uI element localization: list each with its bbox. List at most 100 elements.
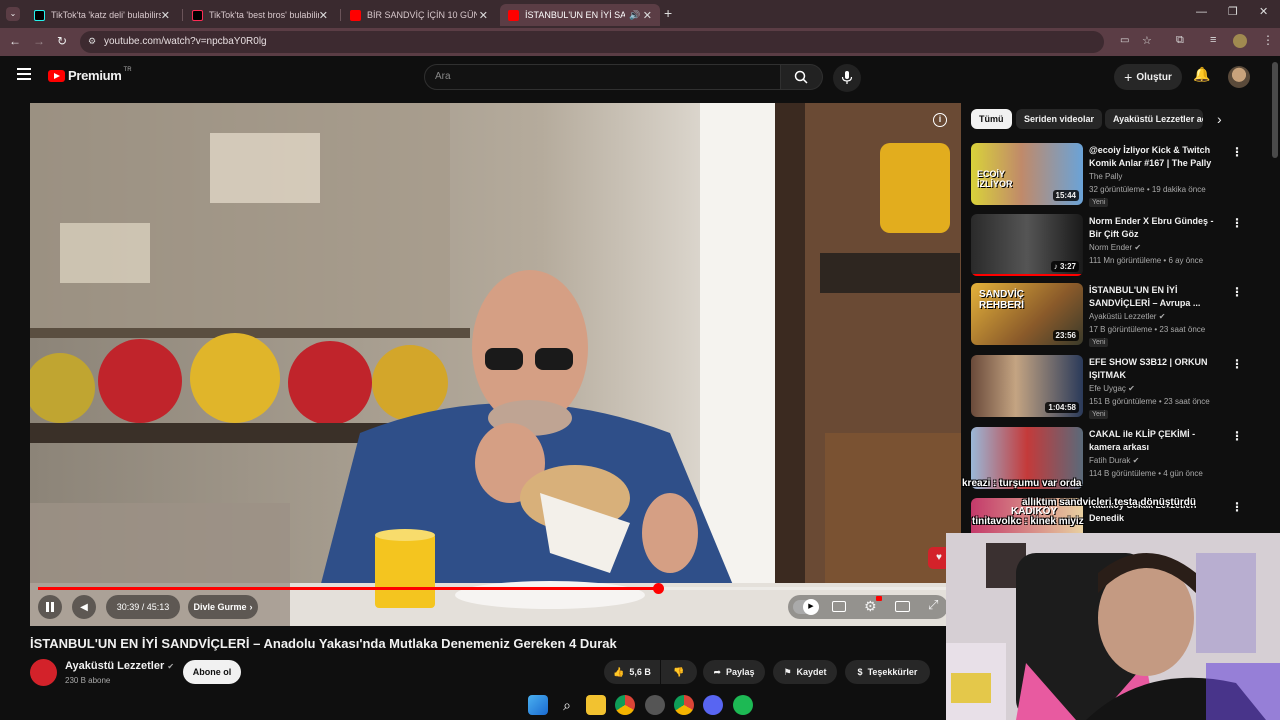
chip-channel[interactable]: Ayaküstü Lezzetler ac — [1105, 109, 1203, 129]
close-icon[interactable]: ✕ — [319, 9, 328, 22]
recommendation-item[interactable]: ♪ 3:27 Norm Ender X Ebru Gündeş - Bir Çi… — [971, 214, 1243, 278]
search-input[interactable]: Ara — [424, 64, 781, 90]
restore-button[interactable]: ❐ — [1228, 5, 1238, 18]
recommendation-channel[interactable]: Norm Ender ✔ — [1089, 243, 1141, 252]
thanks-button[interactable]: $ Teşekkürler — [845, 660, 930, 684]
channel-name[interactable]: Ayaküstü Lezzetler ✔ — [65, 660, 174, 672]
recommendation-title[interactable]: @ecoiy İzliyor Kick & Twitch Komik Anlar… — [1089, 144, 1225, 170]
chip-series-videos[interactable]: Seriden videolar — [1016, 109, 1103, 129]
close-icon[interactable]: ✕ — [643, 9, 652, 22]
audio-icon[interactable]: 🔊 — [629, 10, 640, 21]
theater-mode-icon[interactable] — [895, 601, 910, 612]
windows-start-icon[interactable] — [528, 695, 548, 715]
account-avatar[interactable] — [1228, 66, 1250, 88]
chip-all[interactable]: Tümü — [971, 109, 1012, 129]
subscriber-count: 230 B abone — [65, 676, 111, 685]
chapter-button[interactable]: Divle Gurme › — [188, 595, 258, 619]
more-options-icon[interactable]: ⋮ — [1231, 429, 1243, 443]
discord-icon[interactable] — [703, 695, 723, 715]
recommendation-title[interactable]: CAKAL ile KLİP ÇEKİMİ - kamera arkası — [1089, 428, 1225, 454]
volume-button[interactable]: ◀ — [72, 595, 96, 619]
back-arrow-icon[interactable]: ← — [9, 34, 21, 48]
tab-title: TikTok'ta 'best bros' bulabilirsin — [209, 10, 319, 20]
chrome-icon[interactable] — [615, 695, 635, 715]
address-bar[interactable]: ⚙ youtube.com/watch?v=npcbaY0R0lg ▭ ☆ — [80, 31, 1152, 53]
tab-search-icon[interactable]: ⌄ — [6, 7, 20, 21]
site-info-icon[interactable]: ⚙ — [88, 36, 96, 47]
app-icon[interactable] — [645, 695, 665, 715]
file-explorer-icon[interactable] — [586, 695, 606, 715]
verified-check-icon: ✔ — [1134, 243, 1142, 252]
chrome-icon[interactable] — [674, 695, 694, 715]
spotify-icon[interactable] — [733, 695, 753, 715]
hamburger-menu-icon[interactable] — [17, 68, 31, 80]
recommendation-item[interactable]: 1:04:58 EFE SHOW S3B12 | ORKUN IŞITMAK E… — [971, 355, 1243, 419]
recommendation-channel[interactable]: The Pally — [1089, 172, 1122, 181]
video-thumbnail[interactable]: SANDVİÇ REHBERİ 23:56 — [971, 283, 1083, 345]
more-options-icon[interactable]: ⋮ — [1231, 145, 1243, 159]
media-control-icon[interactable]: ≡ — [1210, 34, 1216, 46]
progress-bar[interactable] — [38, 583, 953, 594]
recommendation-title[interactable]: Norm Ender X Ebru Gündeş - Bir Çift Göz — [1089, 215, 1225, 241]
settings-gear-icon[interactable]: ⚙ — [864, 598, 877, 615]
search-placeholder: Ara — [435, 71, 451, 82]
video-thumbnail[interactable]: 1:04:58 — [971, 355, 1083, 417]
recommendation-channel[interactable]: Fatih Durak ✔ — [1089, 456, 1139, 465]
tab-title: İSTANBUL'UN EN İYİ SANDV — [525, 10, 625, 20]
reload-icon[interactable]: ↻ — [57, 34, 67, 48]
pause-button[interactable] — [38, 595, 62, 619]
share-button[interactable]: ➦ Paylaş — [703, 660, 765, 684]
subscribe-button[interactable]: Abone ol — [183, 660, 241, 684]
recommendation-item[interactable]: SANDVİÇ REHBERİ 23:56 İSTANBUL'UN EN İYİ… — [971, 283, 1243, 347]
close-window-button[interactable]: ✕ — [1259, 5, 1268, 18]
search-icon[interactable]: ⌕ — [557, 695, 577, 715]
verified-check-icon: ✔ — [1132, 456, 1140, 465]
minimize-button[interactable]: — — [1196, 6, 1207, 18]
browser-tab[interactable]: TikTok'ta 'katz deli' bulabilirsin ✕ — [26, 4, 178, 26]
recommendation-item[interactable]: ECOİY İZLİYOR 15:44 @ecoiy İzliyor Kick … — [971, 143, 1243, 207]
info-icon[interactable]: i — [933, 113, 947, 127]
profile-avatar[interactable] — [1233, 34, 1247, 48]
verified-check-icon: ✔ — [1158, 312, 1166, 321]
browser-tab-active[interactable]: İSTANBUL'UN EN İYİ SANDV 🔊 ✕ — [500, 4, 660, 26]
bookmark-star-icon[interactable]: ☆ — [1142, 34, 1152, 47]
thumbs-down-icon: 👎 — [673, 666, 685, 677]
close-icon[interactable]: ✕ — [161, 9, 170, 22]
recommendation-title[interactable]: EFE SHOW S3B12 | ORKUN IŞITMAK — [1089, 356, 1225, 382]
like-button[interactable]: 👍 5,6 B — [604, 660, 660, 684]
new-tab-button[interactable]: + — [664, 5, 672, 21]
more-options-icon[interactable]: ⋮ — [1231, 357, 1243, 371]
subtitles-icon[interactable] — [832, 601, 846, 612]
save-button[interactable]: ⚑ Kaydet — [773, 660, 837, 684]
youtube-logo[interactable]: Premium TR — [48, 66, 132, 83]
browser-tab[interactable]: BİR SANDVİÇ İÇİN 10 GÜN !! (P ✕ — [342, 4, 496, 26]
scrollbar[interactable] — [1272, 62, 1278, 158]
autoplay-toggle[interactable]: ▶ — [793, 599, 819, 615]
create-button[interactable]: + Oluştur — [1114, 64, 1182, 90]
chevron-right-icon[interactable]: › — [1217, 111, 1222, 127]
cast-icon[interactable]: ▭ — [1120, 35, 1129, 46]
video-player[interactable]: i ♥ ◀ 30:39 / 45:13 Divle Gurme › ▶ ⚙ ⤢ — [30, 103, 961, 626]
more-options-icon[interactable]: ⋮ — [1231, 216, 1243, 230]
duration-text: 3:27 — [1059, 262, 1076, 271]
dislike-button[interactable]: 👎 — [661, 660, 697, 684]
more-options-icon[interactable]: ⋮ — [1231, 500, 1241, 514]
logo-badge: TR — [123, 66, 132, 73]
voice-search-button[interactable] — [833, 64, 861, 92]
close-icon[interactable]: ✕ — [479, 9, 488, 22]
browser-tab[interactable]: TikTok'ta 'best bros' bulabilirsin ✕ — [184, 4, 336, 26]
recommendation-channel[interactable]: Ayaküstü Lezzetler ✔ — [1089, 312, 1165, 321]
forward-arrow-icon[interactable]: → — [33, 34, 45, 48]
fullscreen-icon[interactable]: ⤢ — [928, 597, 938, 613]
recommendation-title[interactable]: İSTANBUL'UN EN İYİ SANDVİÇLERİ – Avrupa … — [1089, 284, 1225, 310]
notifications-bell-icon[interactable]: 🔔 — [1193, 66, 1210, 83]
video-thumbnail[interactable]: ECOİY İZLİYOR 15:44 — [971, 143, 1083, 205]
more-options-icon[interactable]: ⋮ — [1231, 285, 1243, 299]
recommendation-channel[interactable]: Efe Uygaç ✔ — [1089, 384, 1135, 393]
browser-menu-icon[interactable]: ⋮ — [1262, 33, 1274, 47]
search-button[interactable] — [781, 64, 823, 90]
extensions-icon[interactable]: ⧉ — [1176, 34, 1184, 47]
channel-avatar[interactable] — [30, 659, 57, 686]
video-thumbnail[interactable]: ♪ 3:27 — [971, 214, 1083, 276]
youtube-play-icon — [48, 69, 65, 82]
